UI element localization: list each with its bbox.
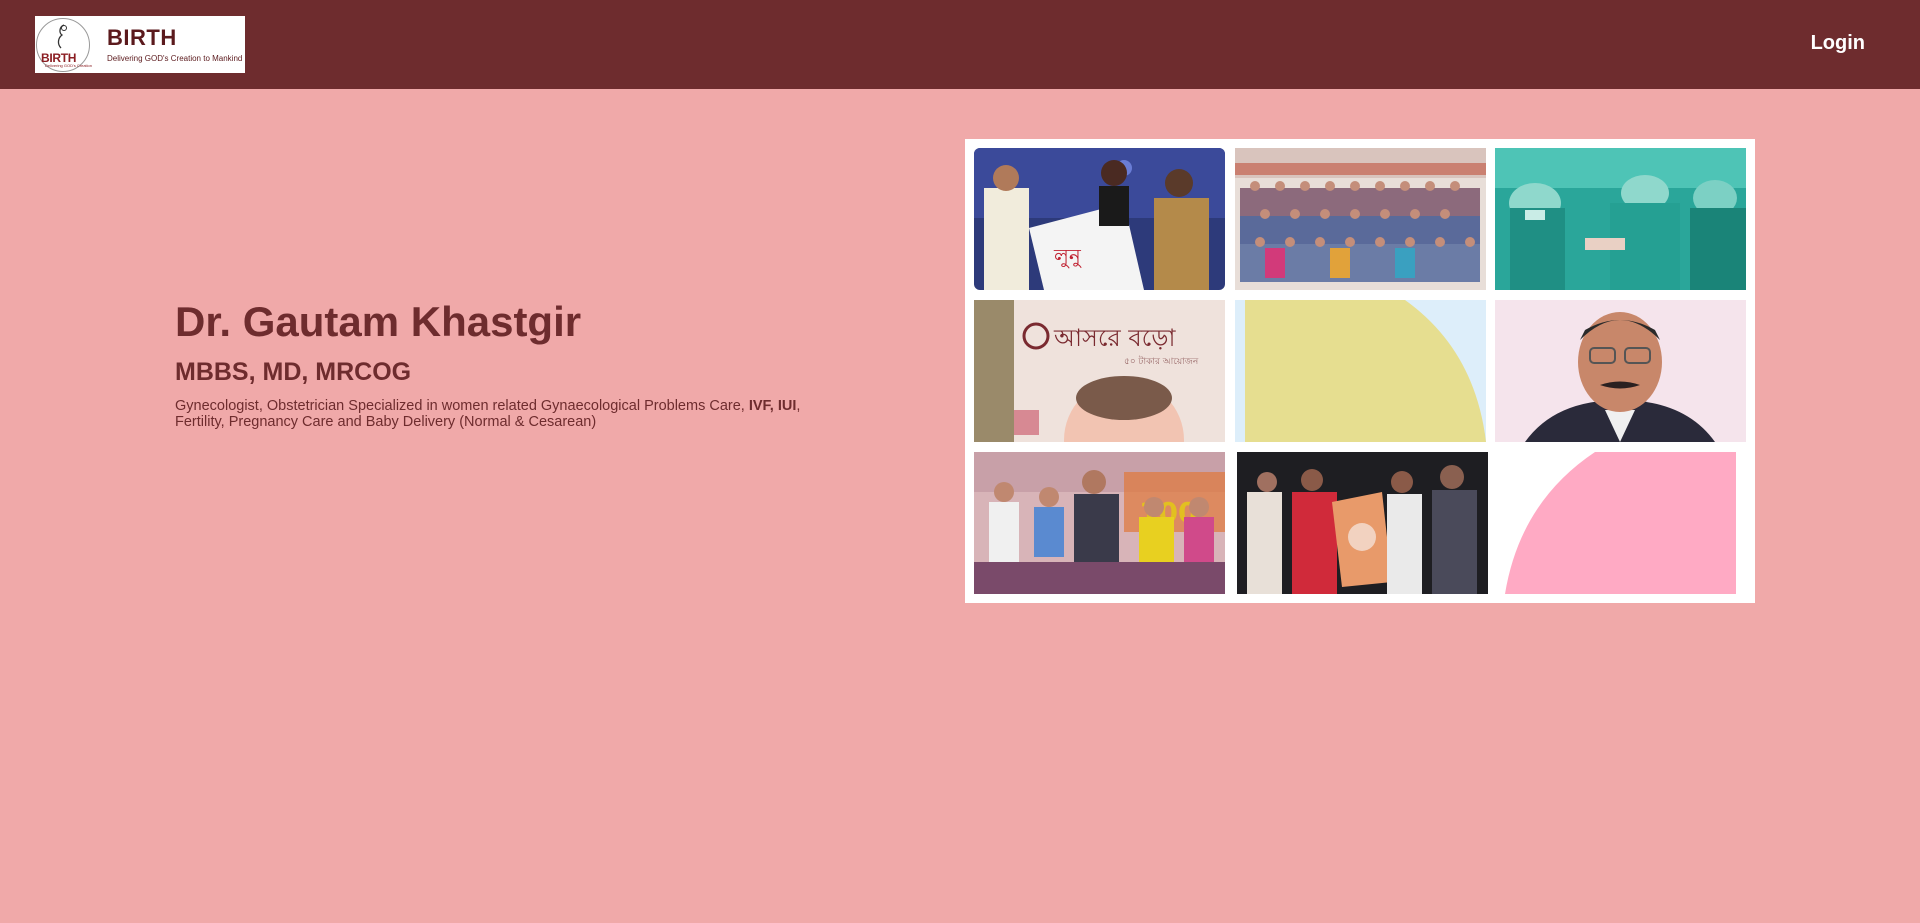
- logo-mark-subtext: Delivering GOD's Creation: [45, 62, 93, 68]
- logo-emblem-icon: BIRTH Delivering GOD's Creation: [36, 17, 93, 72]
- gallery-tile-pink-shape[interactable]: [1495, 452, 1746, 594]
- doctor-description: Gynecologist, Obstetrician Specialized i…: [175, 398, 815, 430]
- gallery-photo-award-ceremony[interactable]: লুনু: [974, 148, 1225, 290]
- description-text: Gynecologist, Obstetrician Specialized i…: [175, 398, 749, 414]
- doctor-name: Dr. Gautam Khastgir: [175, 298, 582, 345]
- gallery-photo-children-event[interactable]: 100: [974, 452, 1225, 594]
- site-logo[interactable]: BIRTH Delivering GOD's Creation BIRTH De…: [35, 16, 245, 73]
- logo-text-block: BIRTH Delivering GOD's Creation to Manki…: [107, 25, 243, 64]
- gallery-photo-book-cover[interactable]: আসরে বড়ো ৫০ টাকার আয়োজন: [974, 300, 1225, 442]
- svg-text:৫০ টাকার আয়োজন: ৫০ টাকার আয়োজন: [1124, 355, 1199, 367]
- gallery-photo-surgery[interactable]: [1495, 148, 1746, 290]
- logo-title: BIRTH: [107, 25, 177, 50]
- gallery-photo-group[interactable]: [1235, 148, 1486, 290]
- top-navbar: BIRTH Delivering GOD's Creation BIRTH De…: [0, 0, 1920, 89]
- svg-text:লুনু: লুনু: [1053, 244, 1082, 268]
- svg-text:আসরে বড়ো: আসরে বড়ো: [1053, 324, 1176, 352]
- logo-tagline: Delivering GOD's Creation to Mankind: [107, 54, 243, 63]
- gallery-tile-yellow-shape[interactable]: [1235, 300, 1486, 442]
- gallery-photo-doctor-portrait[interactable]: [1495, 300, 1746, 442]
- doctor-degrees: MBBS, MD, MRCOG: [175, 358, 412, 386]
- gallery-photo-book-launch[interactable]: [1237, 452, 1488, 594]
- login-link[interactable]: Login: [1811, 32, 1865, 55]
- photo-gallery: লুনু আসরে বড়ো ৫০ টাকার আয়োজন 100: [965, 139, 1755, 603]
- description-highlight: IVF, IUI: [748, 398, 797, 414]
